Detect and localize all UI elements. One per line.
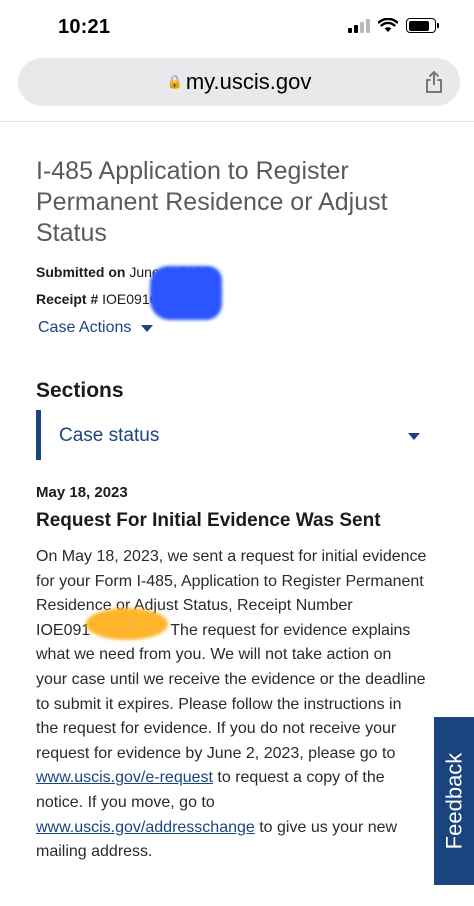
case-actions-dropdown[interactable]: Case Actions <box>38 319 154 337</box>
redaction-scribble-blue <box>150 266 222 320</box>
address-bar[interactable]: 🔒 my.uscis.gov <box>18 58 460 106</box>
status-line: to submit it expires. Please follow the … <box>36 695 402 713</box>
page-title: I-485 Application to Register Permanent … <box>36 157 388 247</box>
submitted-label: Submitted on <box>36 264 126 280</box>
clock-time: 10:21 <box>58 16 111 38</box>
address-change-link[interactable]: www.uscis.gov/addresschange <box>36 819 255 836</box>
status-line: request for evidence by June 2, 2023, pl… <box>36 744 396 762</box>
feedback-button[interactable]: Feedback <box>434 717 474 885</box>
e-request-link[interactable]: www.uscis.gov/e-request <box>36 769 213 786</box>
status-line: mailing address. <box>36 843 153 861</box>
status-line: www.uscis.gov/e-request to request a cop… <box>36 766 446 791</box>
redaction-scribble-orange <box>86 608 168 640</box>
case-actions-label: Case Actions <box>38 319 132 336</box>
status-line: the request for evidence. If you do not … <box>36 720 397 738</box>
header-divider <box>0 121 474 122</box>
status-line: what we need from you. We will not take … <box>36 646 392 664</box>
status-line-text: to give us your new <box>254 818 398 836</box>
status-date: May 18, 2023 <box>36 484 128 501</box>
feedback-label: Feedback <box>441 752 466 850</box>
receipt-number: Receipt # IOE0916 <box>36 291 157 307</box>
cellular-signal-icon <box>348 18 370 33</box>
receipt-label: Receipt # <box>36 291 99 307</box>
chevron-down-icon <box>408 433 420 440</box>
receipt-number-inline: IOE091 <box>36 621 91 639</box>
sections-heading: Sections <box>36 379 124 402</box>
battery-icon <box>406 18 439 33</box>
status-heading: Request For Initial Evidence Was Sent <box>36 510 381 531</box>
status-description: On May 18, 2023, we sent a request for i… <box>36 545 446 865</box>
status-line: for your Form I-485, Application to Regi… <box>36 572 424 590</box>
share-icon[interactable] <box>424 70 444 94</box>
status-line: On May 18, 2023, we sent a request for i… <box>36 548 427 565</box>
url-display[interactable]: 🔒 my.uscis.gov <box>18 69 460 95</box>
chevron-down-icon <box>141 324 154 332</box>
section-selector-label: Case status <box>59 425 160 446</box>
status-bar: 10:21 <box>0 0 474 52</box>
status-line-text: to request a copy of the <box>212 769 385 787</box>
url-text: my.uscis.gov <box>185 69 312 94</box>
status-line: www.uscis.gov/addresschange to give us y… <box>36 816 446 841</box>
status-icons <box>348 18 439 33</box>
wifi-icon <box>378 18 398 32</box>
section-selector-case-status[interactable]: Case status <box>36 410 436 460</box>
status-line: notice. If you move, go to <box>36 793 215 811</box>
status-line: your case until we receive the evidence … <box>36 670 426 688</box>
lock-icon: 🔒 <box>166 74 183 89</box>
status-line-text: The request for evidence explains <box>170 621 411 639</box>
